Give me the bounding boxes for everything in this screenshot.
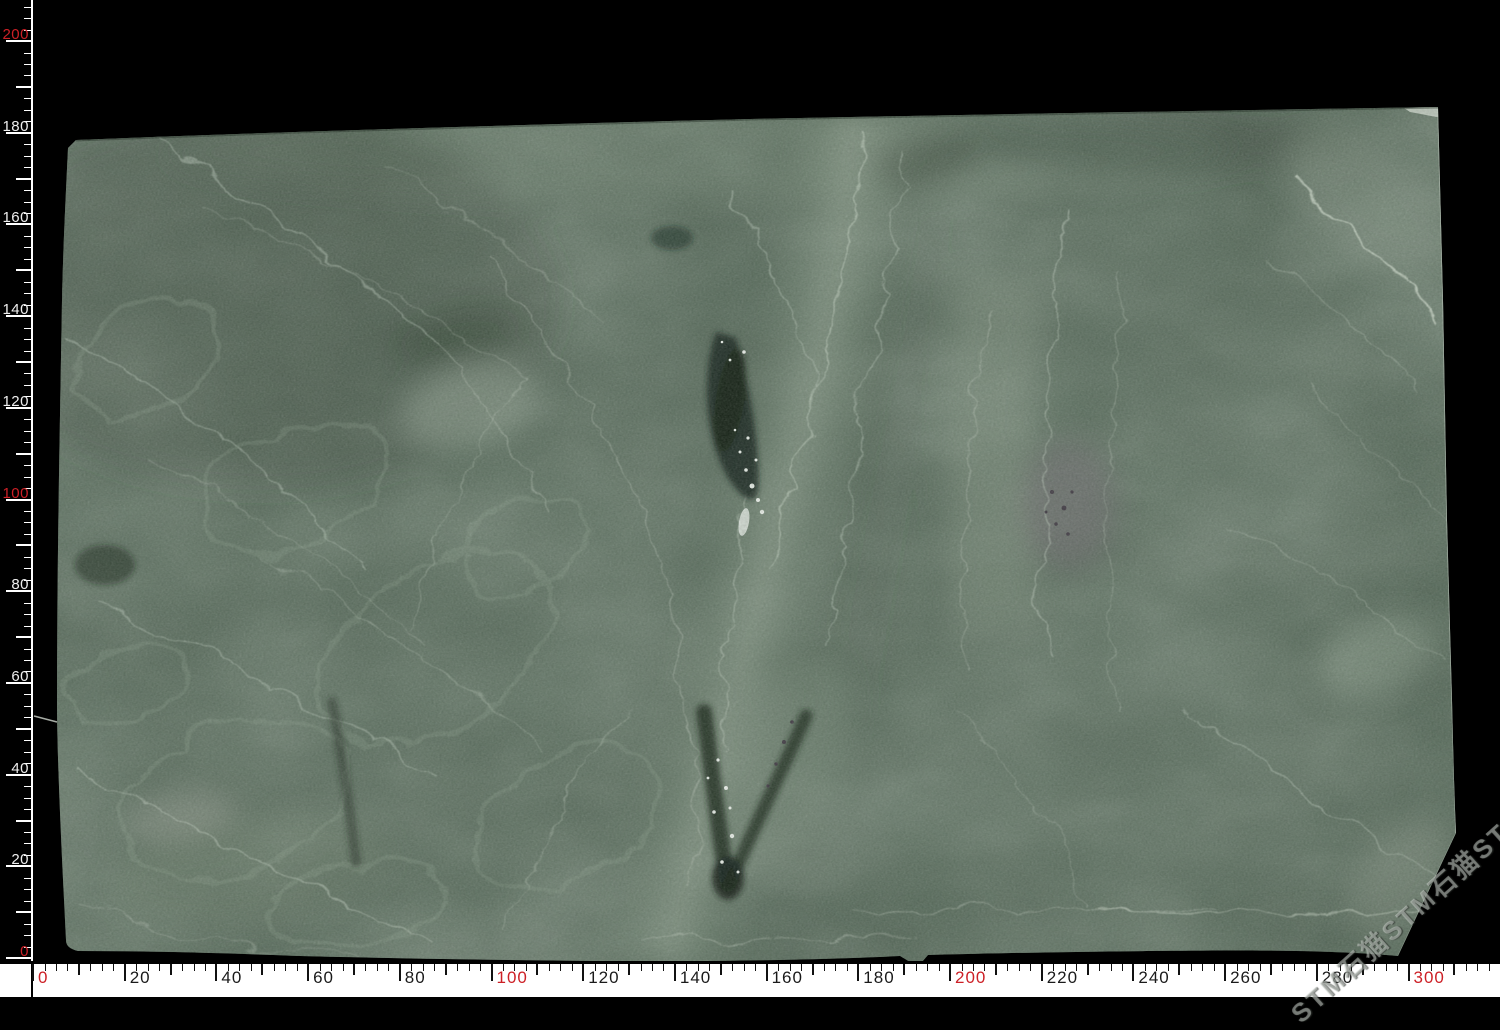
slab-scan-viewer: 0204060801001201401601802000204060801001… xyxy=(0,0,1500,997)
slab-texture xyxy=(0,0,1500,997)
left-ruler-axis-line xyxy=(31,0,33,961)
bottom-ruler-strip xyxy=(0,964,1500,997)
left-ruler-axis-extension xyxy=(31,961,33,997)
slab-photo xyxy=(0,0,1500,997)
slab-edge-thread xyxy=(34,716,57,722)
bottom-ruler-axis-line xyxy=(0,961,1500,964)
